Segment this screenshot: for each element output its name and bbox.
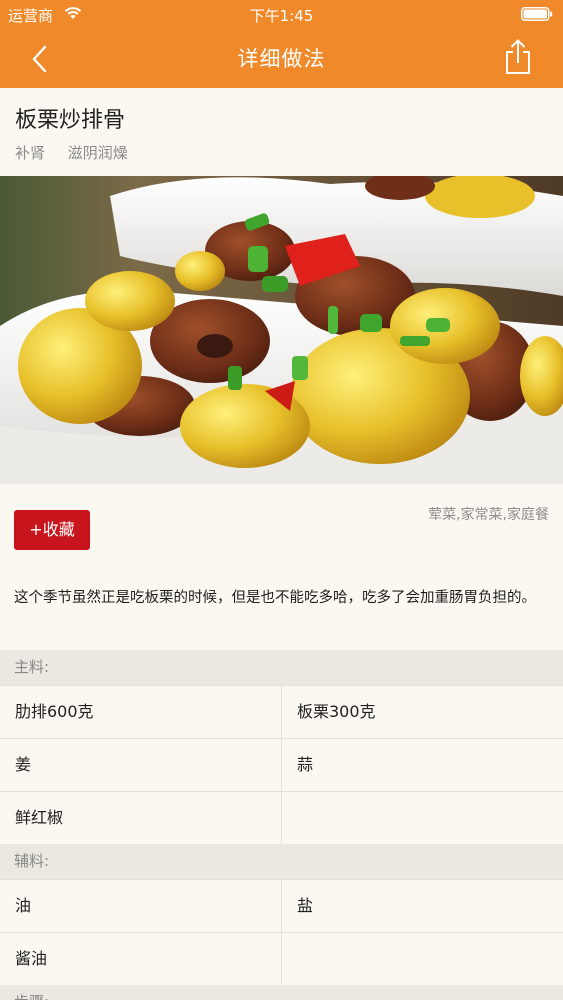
ingredient-cell: 鲜红椒 (15, 808, 64, 827)
ingredient-cell: 油 (15, 896, 32, 915)
app-header: 运营商 下午1:45 详细做法 (0, 0, 563, 88)
share-icon (506, 39, 530, 74)
collect-button[interactable]: +收藏 (14, 510, 90, 550)
nav-bar: 详细做法 (0, 30, 563, 88)
table-row: 肋排600克 板栗300克 (0, 685, 563, 738)
ingredient-cell: 盐 (281, 880, 562, 932)
table-row: 姜 蒜 (0, 738, 563, 791)
table-row: 油 盐 (0, 879, 563, 932)
ingredient-cell (281, 792, 562, 844)
ingredient-cell: 板栗300克 (281, 686, 562, 738)
secondary-ingredients-table: 油 盐 酱油 (0, 879, 563, 985)
page-title: 详细做法 (237, 47, 326, 71)
recipe-description: 这个季节虽然正是吃板栗的时候，但是也不能吃多哈，吃多了会加重肠胃负担的。 (0, 580, 563, 650)
recipe-tag: 滋阴润燥 (67, 144, 128, 162)
status-bar: 运营商 下午1:45 (0, 0, 563, 30)
recipe-tag: 补肾 (15, 144, 46, 162)
table-row: 酱油 (0, 932, 563, 985)
recipe-title: 板栗炒排骨 (15, 108, 126, 133)
recipe-categories: 荤菜,家常菜,家庭餐 (428, 507, 549, 523)
ingredient-cell: 酱油 (15, 949, 48, 968)
battery-icon (521, 7, 553, 21)
ingredient-cell: 蒜 (281, 739, 562, 791)
ingredient-cell: 肋排600克 (15, 702, 94, 721)
recipe-photo (0, 176, 563, 484)
status-time: 下午1:45 (249, 7, 314, 25)
action-row: +收藏 荤菜,家常菜,家庭餐 (0, 484, 563, 580)
secondary-ingredients-header: 辅料: (0, 844, 563, 879)
ingredient-cell: 姜 (15, 755, 32, 774)
recipe-title-area: 板栗炒排骨 补肾 滋阴润燥 (0, 88, 563, 176)
ingredient-cell (281, 933, 562, 985)
main-ingredients-table: 肋排600克 板栗300克 姜 蒜 鲜红椒 (0, 685, 563, 844)
table-row: 鲜红椒 (0, 791, 563, 844)
share-button[interactable] (501, 38, 535, 76)
main-ingredients-header: 主料: (0, 650, 563, 685)
steps-header: 步骤: (0, 985, 563, 1000)
recipe-tags: 补肾 滋阴润燥 (15, 142, 146, 163)
